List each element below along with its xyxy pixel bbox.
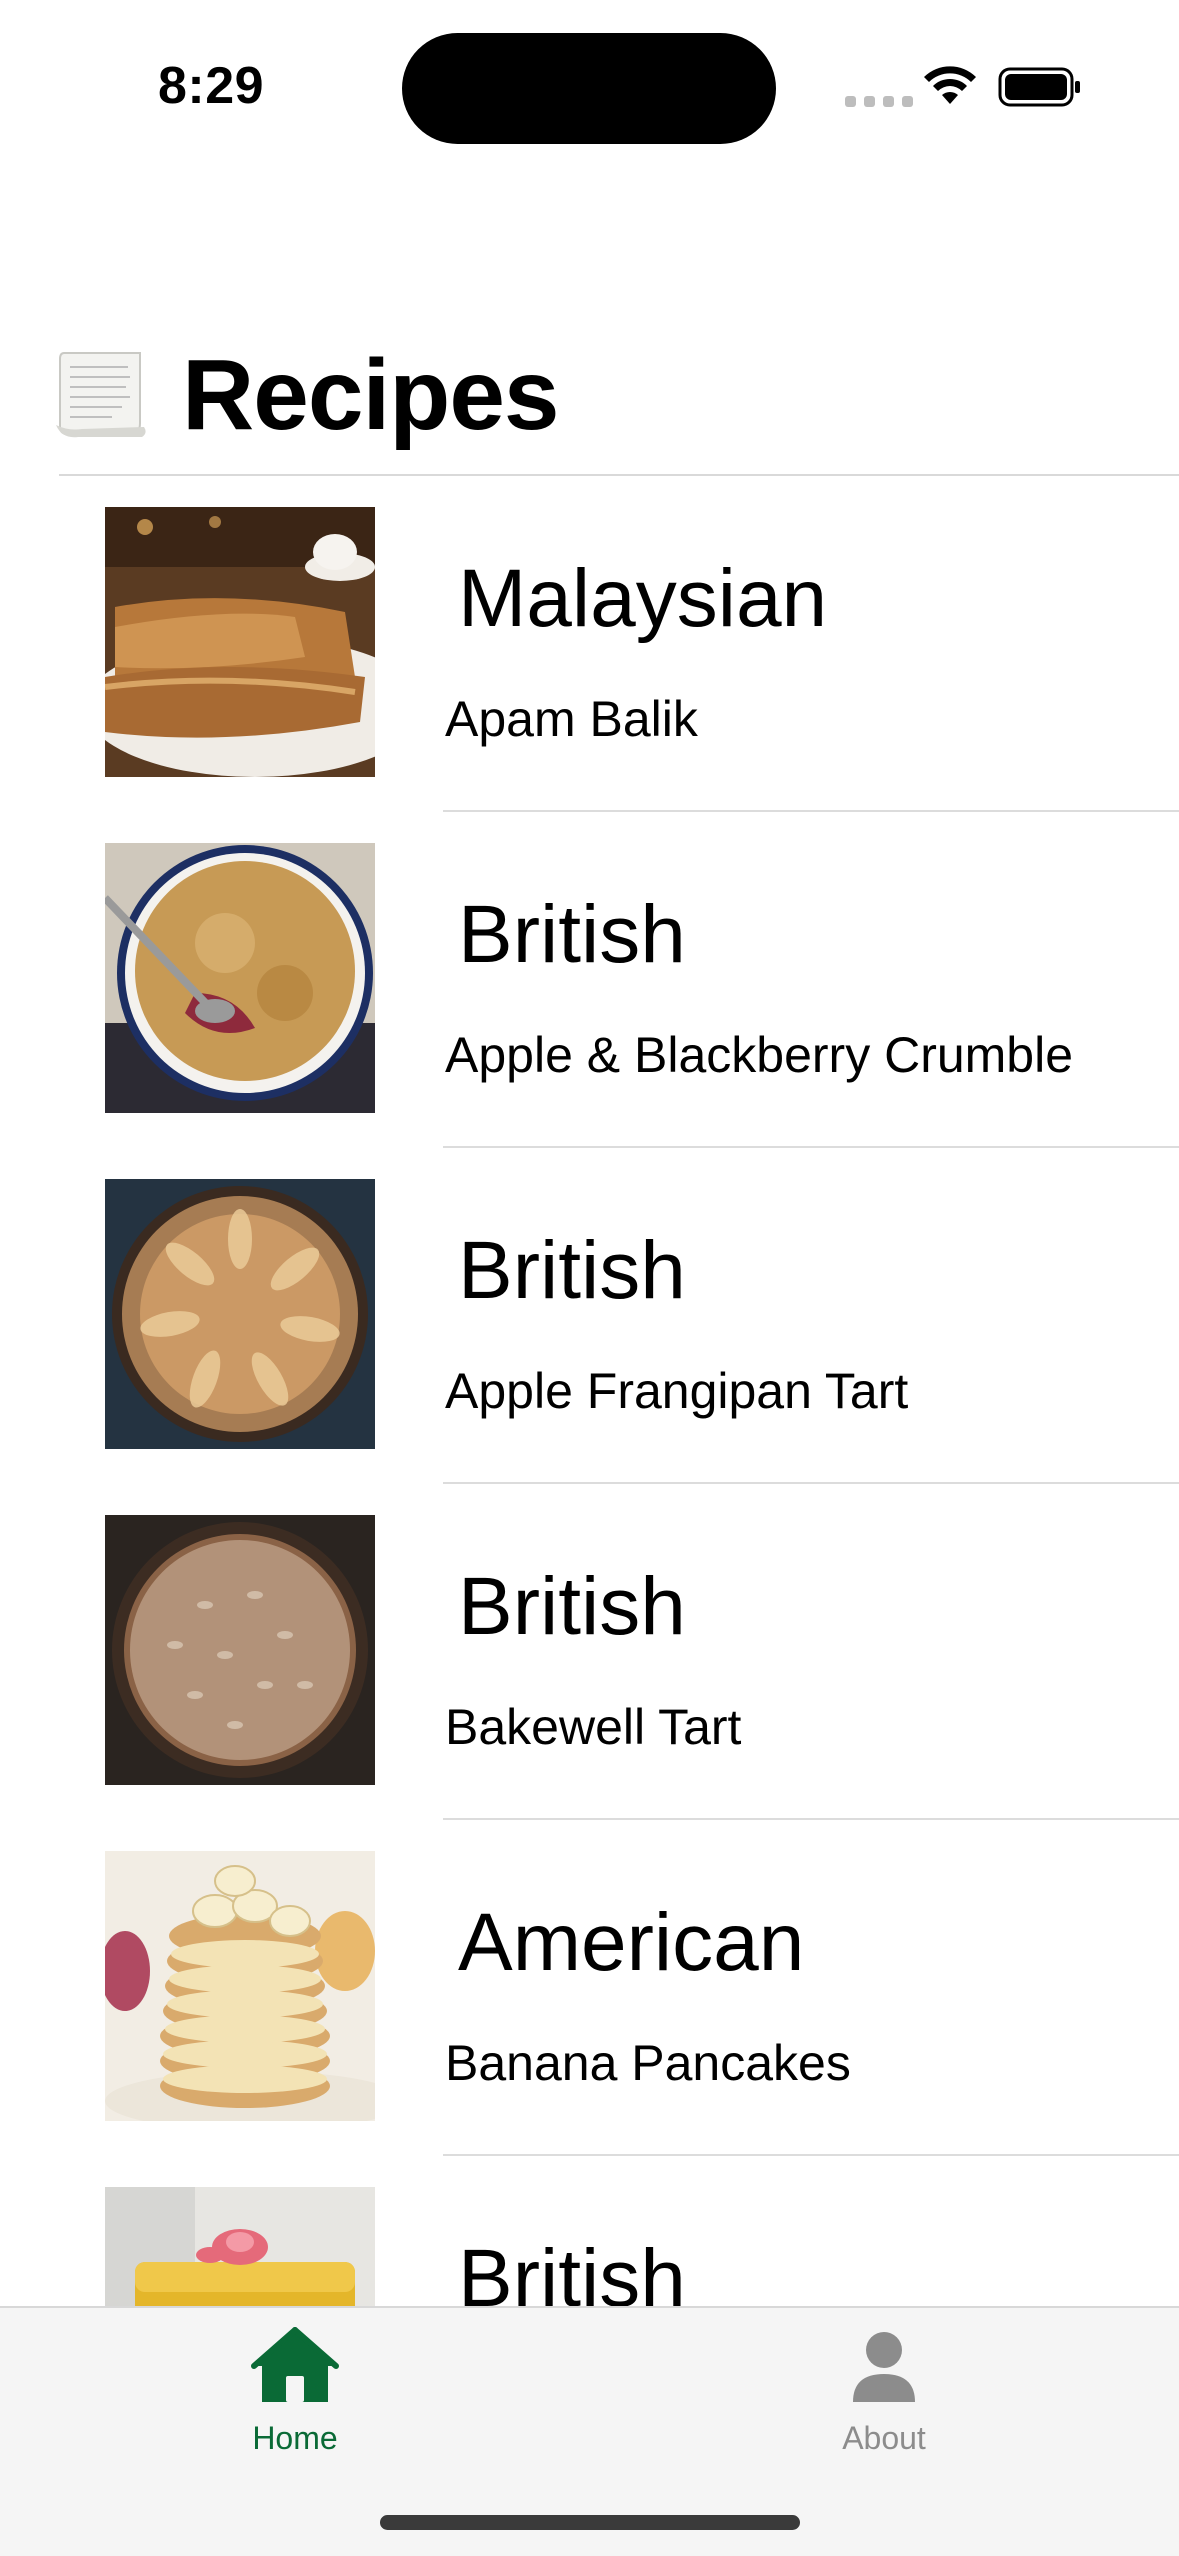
page-header: Recipes [52, 330, 560, 460]
banana-pancakes-photo [105, 1851, 375, 2121]
tab-home[interactable]: Home [175, 2326, 415, 2457]
scroll-emoji-icon [56, 352, 146, 438]
recipe-row[interactable]: Malaysian Apam Balik [0, 476, 1179, 812]
house-icon [251, 2327, 339, 2402]
recipe-row[interactable]: British Apple Frangipan Tart [0, 1148, 1179, 1484]
recipe-name: Apam Balik [445, 691, 698, 747]
crumble-photo [105, 843, 375, 1113]
recipe-name: Banana Pancakes [445, 2035, 851, 2091]
recipe-list[interactable]: Malaysian Apam Balik British Apple & Bla… [0, 476, 1179, 2492]
frangipan-tart-photo [105, 1179, 375, 1449]
recipe-row[interactable]: British Bakewell Tart [0, 1484, 1179, 1820]
tab-label: About [842, 2420, 926, 2456]
home-indicator[interactable] [380, 2515, 800, 2530]
recipe-name: Apple & Blackberry Crumble [445, 1027, 1074, 1083]
person-icon [853, 2332, 915, 2402]
wifi-icon [924, 66, 976, 104]
recipe-cuisine: Malaysian [458, 553, 828, 644]
recipe-cuisine: British [458, 1561, 686, 1652]
status-bar: 8:29 [0, 0, 1179, 170]
recipe-row[interactable]: American Banana Pancakes [0, 1820, 1179, 2156]
bakewell-tart-photo [105, 1515, 375, 1785]
tab-label: Home [252, 2420, 338, 2456]
recipe-name: Bakewell Tart [445, 1699, 742, 1755]
cellular-signal-icon [845, 96, 913, 107]
battery-icon [998, 67, 1080, 107]
status-time: 8:29 [158, 57, 265, 115]
apam-balik-photo [105, 507, 375, 777]
recipe-name: Apple Frangipan Tart [445, 1363, 909, 1419]
recipe-row[interactable]: British Apple & Blackberry Crumble [0, 812, 1179, 1148]
tab-about[interactable]: About [764, 2326, 1004, 2457]
page-title: Recipes [182, 338, 560, 451]
recipe-cuisine: American [458, 1897, 805, 1988]
recipe-cuisine: British [458, 1225, 686, 1316]
recipe-cuisine: British [458, 889, 686, 980]
dynamic-island [402, 33, 776, 144]
